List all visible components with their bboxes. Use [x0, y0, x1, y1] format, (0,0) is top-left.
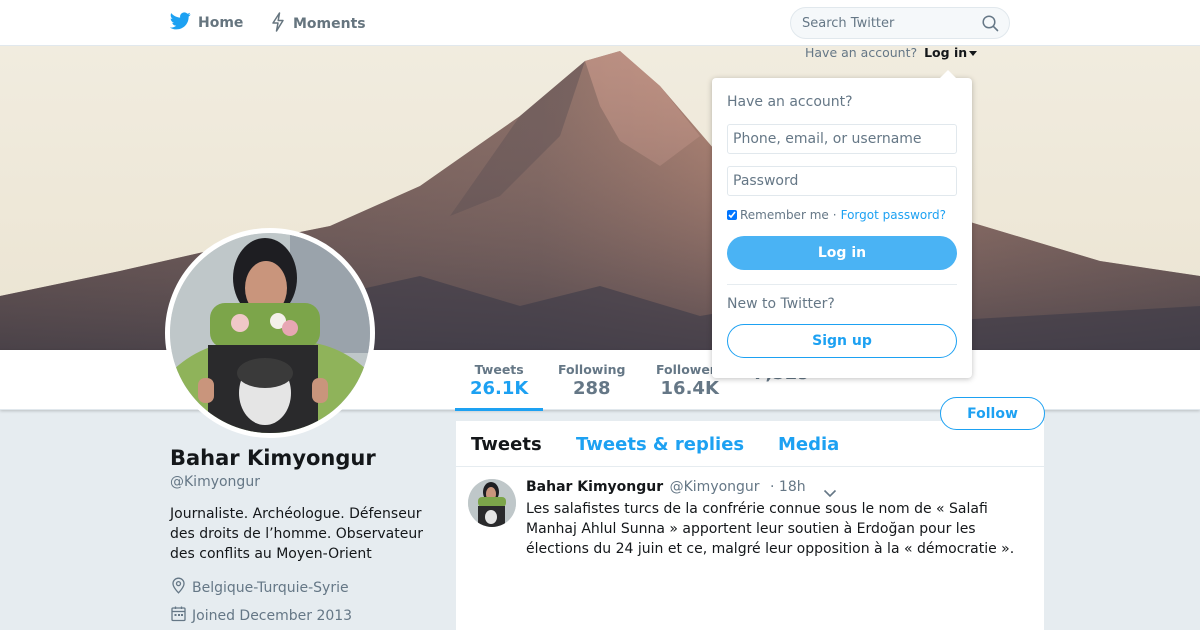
- remember-row: Remember me · Forgot password?: [727, 208, 946, 222]
- stat-label: Tweets: [474, 362, 524, 377]
- nav-moments-link[interactable]: Moments: [270, 12, 366, 36]
- tweet-text: Les salafistes turcs de la confrérie con…: [526, 501, 1015, 557]
- nav-home-label: Home: [198, 15, 244, 31]
- nav-moments-label: Moments: [293, 16, 366, 32]
- top-navigation-bar: Home Moments: [0, 0, 1200, 46]
- tweet-timeline: Tweets Tweets & replies Media Bahar Kimy…: [456, 421, 1044, 630]
- login-toggle-label: Log in: [924, 45, 968, 60]
- new-to-twitter-heading: New to Twitter?: [727, 296, 835, 312]
- tab-tweets[interactable]: Tweets: [471, 434, 542, 455]
- stat-tweets[interactable]: Tweets 26.1K: [454, 362, 544, 411]
- search-input[interactable]: [791, 8, 971, 38]
- stat-value: 26.1K: [470, 378, 529, 399]
- location-text: Belgique-Turquie-Syrie: [192, 579, 349, 596]
- password-input[interactable]: [727, 166, 957, 196]
- nav-home-link[interactable]: Home: [169, 12, 244, 34]
- stat-label: Following: [558, 362, 626, 377]
- profile-joined-date: Joined December 2013: [170, 605, 352, 626]
- search-icon[interactable]: [982, 15, 999, 36]
- forgot-password-link[interactable]: Forgot password?: [841, 208, 946, 222]
- profile-name[interactable]: Bahar Kimyongur: [170, 446, 376, 470]
- tweet-timestamp[interactable]: · 18h: [770, 479, 806, 495]
- stat-value: 16.4K: [660, 378, 719, 399]
- twitter-bird-icon: [169, 12, 191, 34]
- profile-bio: Journaliste. Archéologue. Défenseur des …: [170, 506, 423, 562]
- tweet-avatar[interactable]: [468, 479, 516, 527]
- separator-dot: ·: [832, 208, 837, 222]
- stat-value: 288: [572, 378, 611, 399]
- have-account-prompt: Have an account? Log in: [805, 45, 978, 60]
- login-dropdown-toggle[interactable]: Log in: [924, 45, 978, 60]
- joined-text: Joined December 2013: [192, 607, 353, 624]
- tweet-author-handle[interactable]: @Kimyongur: [670, 479, 760, 495]
- login-button[interactable]: Log in: [727, 236, 957, 270]
- tweet-header: Bahar Kimyongur @Kimyongur · 18h: [526, 479, 806, 495]
- tweet-author-name[interactable]: Bahar Kimyongur: [526, 479, 663, 495]
- login-dropdown: Have an account? Remember me · Forgot pa…: [712, 70, 972, 378]
- remember-me-label[interactable]: Remember me: [740, 208, 829, 222]
- login-heading: Have an account?: [727, 94, 853, 110]
- signup-button[interactable]: Sign up: [727, 324, 957, 358]
- follow-button[interactable]: Follow: [940, 397, 1045, 430]
- calendar-icon: [170, 605, 187, 626]
- have-account-text: Have an account?: [805, 45, 918, 60]
- username-input[interactable]: [727, 124, 957, 154]
- tab-media[interactable]: Media: [778, 434, 839, 455]
- search-box: [790, 7, 1010, 39]
- profile-avatar[interactable]: [165, 228, 375, 438]
- profile-location: Belgique-Turquie-Syrie: [170, 577, 349, 598]
- stat-following[interactable]: Following 288: [558, 362, 625, 399]
- profile-handle[interactable]: @Kimyongur: [170, 474, 260, 490]
- remember-me-checkbox[interactable]: [727, 210, 737, 220]
- dropdown-divider: [727, 284, 957, 285]
- caret-down-icon: [969, 51, 978, 56]
- tab-tweets-replies[interactable]: Tweets & replies: [576, 434, 744, 455]
- lightning-icon: [270, 12, 286, 36]
- location-pin-icon: [170, 577, 187, 598]
